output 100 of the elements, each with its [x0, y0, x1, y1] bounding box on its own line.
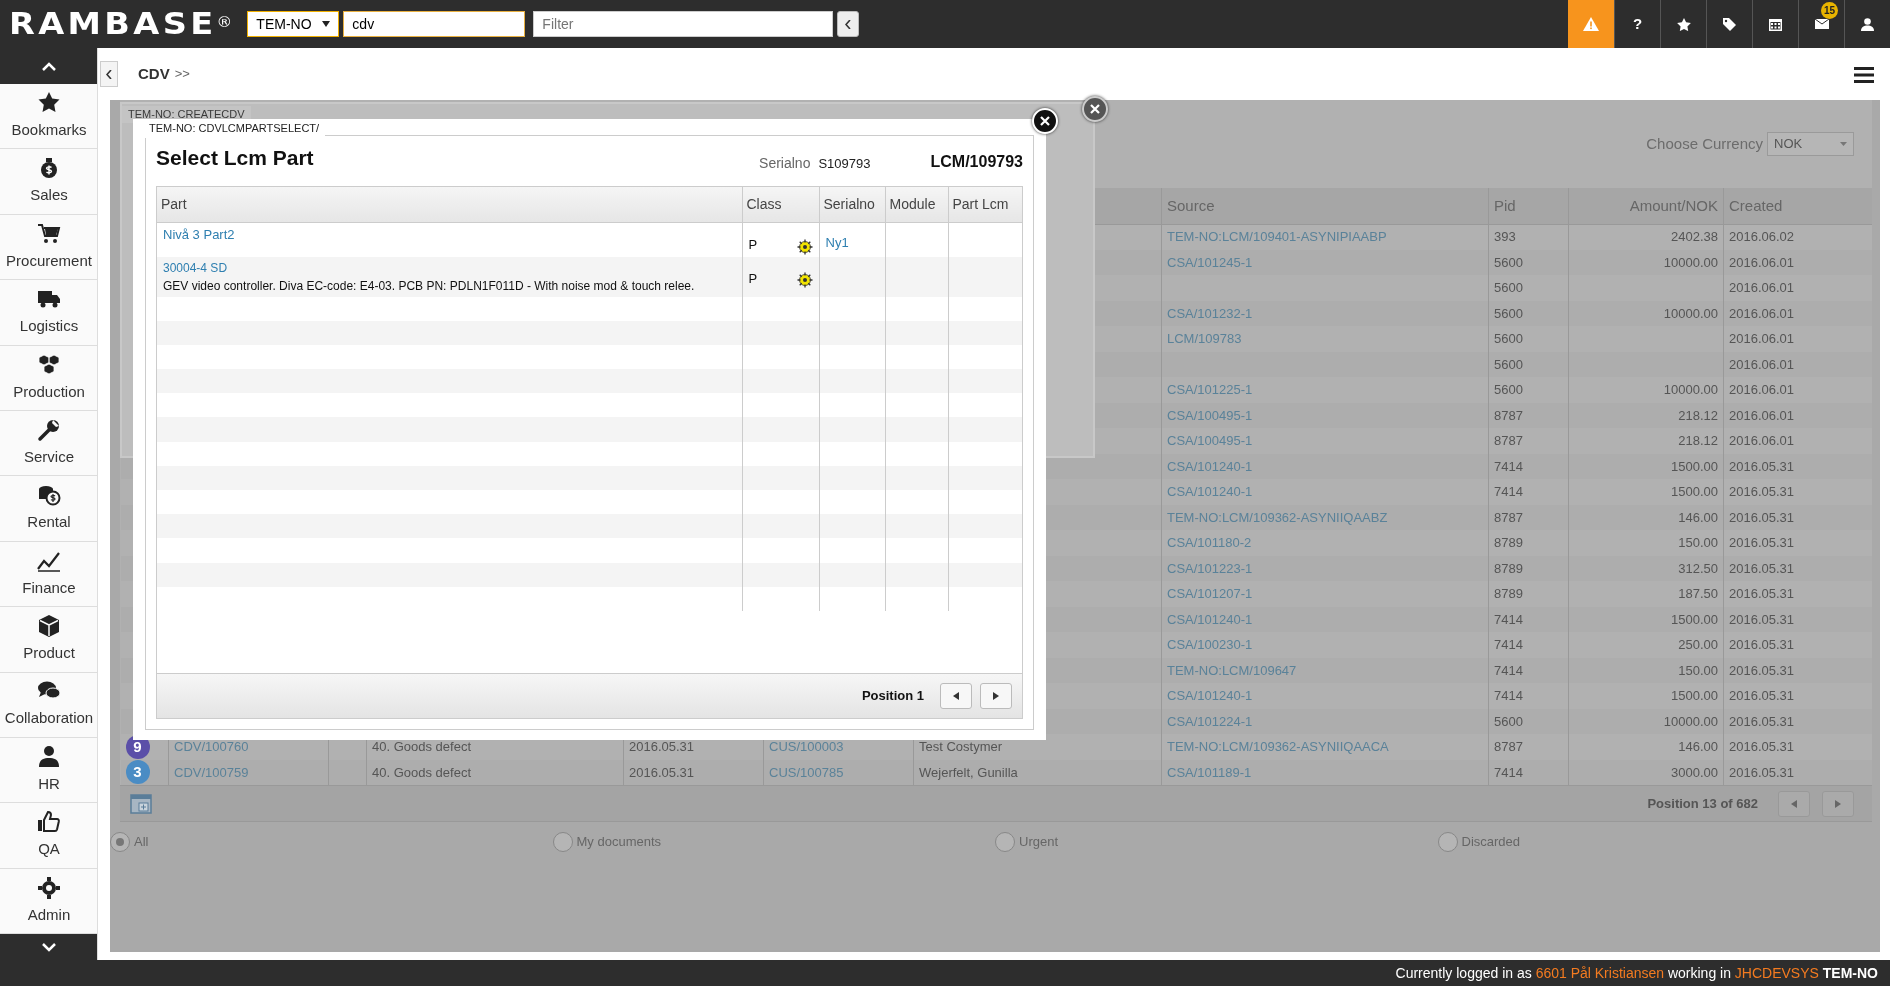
- table-cell: 1500.00: [1671, 484, 1718, 499]
- table-cell: 218.12: [1678, 433, 1718, 448]
- caret-icon: [322, 21, 331, 27]
- back-button[interactable]: [100, 61, 118, 87]
- sidebar-item[interactable]: Procurement: [0, 214, 97, 281]
- filter-radio[interactable]: All: [110, 832, 553, 852]
- collapse-button[interactable]: [837, 11, 860, 37]
- close-button[interactable]: [1082, 96, 1108, 122]
- table-cell: Wejerfelt, Gunilla: [919, 764, 1018, 780]
- sidebar-item[interactable]: HR: [0, 737, 97, 804]
- column-header: Amount/NOK: [1568, 188, 1724, 224]
- sidebar-item[interactable]: Product: [0, 607, 97, 673]
- sidebar-item[interactable]: Bookmarks: [0, 84, 97, 150]
- sidebar-item[interactable]: Finance: [0, 541, 97, 608]
- table-cell: 5600: [1494, 382, 1523, 397]
- serialno-value: S109793: [818, 155, 871, 173]
- document-number: LCM/109793: [930, 151, 1023, 172]
- table-cell: 5600: [1494, 713, 1523, 729]
- sidebar-item[interactable]: Admin: [0, 868, 97, 935]
- source-link[interactable]: CSA/101207-1: [1167, 586, 1253, 601]
- part-link[interactable]: 30004-4 SD: [163, 258, 736, 277]
- cart-icon: [37, 221, 61, 246]
- table-cell: 2016.06.01: [1729, 331, 1795, 346]
- source-link[interactable]: CSA/101240-1: [1167, 611, 1253, 627]
- table-cell: 2016.05.31: [1729, 662, 1795, 678]
- next-button[interactable]: [980, 683, 1012, 709]
- source-link[interactable]: TEM-NO:LCM/109401-ASYNIPIAABP: [1167, 229, 1387, 245]
- source-link[interactable]: TEM-NO:LCM/109362-ASYNIIQAACA: [1167, 739, 1389, 754]
- caret-icon: [1840, 142, 1847, 146]
- source-link[interactable]: CSA/101180-2: [1167, 535, 1252, 550]
- table-cell: 5600: [1494, 254, 1523, 270]
- table-cell: 8787: [1494, 739, 1523, 754]
- source-link[interactable]: LCM/109783: [1167, 331, 1242, 346]
- table-cell: 2016.06.01: [1729, 305, 1795, 321]
- previous-button[interactable]: [940, 683, 972, 709]
- login-status: Currently logged in as 6601 Pål Kristiansen working in JHCDEVSYS TEM-NO: [1395, 963, 1878, 983]
- table-cell: 8789: [1494, 535, 1523, 550]
- table-cell: 2016.05.31: [1729, 586, 1795, 601]
- part-description: GEV video controller. Diva EC-code: E4-03. PCB PN: PDLN1F011D - With noise mod & touch relee.: [163, 277, 696, 295]
- thumbs-up-icon: [37, 810, 61, 835]
- table-cell: 2402.38: [1671, 229, 1718, 245]
- source-link[interactable]: CSA/101245-1: [1167, 254, 1253, 270]
- source-link[interactable]: CSA/101223-1: [1167, 560, 1253, 576]
- messages-button[interactable]: 15: [1798, 0, 1844, 48]
- table-cell: 2016.05.31: [1729, 713, 1795, 729]
- filter-field[interactable]: Filter: [533, 11, 834, 37]
- source-link[interactable]: CSA/101225-1: [1167, 382, 1253, 397]
- logo: RAMBASE$^{®}$: [7, 9, 234, 39]
- table-cell: 1500.00: [1671, 611, 1718, 627]
- table-cell: 2016.05.31: [1729, 764, 1795, 780]
- menu-icon: [1854, 66, 1874, 83]
- document-link[interactable]: CDV/100760: [174, 739, 249, 754]
- source-link[interactable]: CSA/100495-1: [1167, 433, 1253, 448]
- warning-icon: [1583, 17, 1599, 31]
- scroll-down-button[interactable]: [0, 934, 97, 960]
- table-cell: 8787: [1494, 433, 1523, 448]
- table-cell: 7414: [1494, 484, 1523, 499]
- sidebar-item[interactable]: Sales: [0, 149, 97, 215]
- customer-link[interactable]: CUS/100003: [769, 739, 844, 754]
- sidebar-item[interactable]: Logistics: [0, 280, 97, 346]
- source-link[interactable]: CSA/101189-1: [1167, 764, 1252, 780]
- company-dropdown[interactable]: TEM-NO: [247, 11, 340, 37]
- window-plus-icon: [130, 794, 152, 815]
- sidebar-item[interactable]: QA: [0, 803, 97, 869]
- table-cell: 2016.06.01: [1729, 407, 1795, 423]
- table-cell: 150.00: [1678, 662, 1718, 678]
- help-button[interactable]: ?: [1614, 0, 1660, 48]
- part-link[interactable]: Nivå 3 Part2: [163, 225, 736, 245]
- table-cell: 8787: [1494, 509, 1523, 525]
- source-link[interactable]: CSA/101224-1: [1167, 713, 1253, 729]
- table-cell: 40. Goods defect: [372, 764, 471, 780]
- source-link[interactable]: CSA/101240-1: [1167, 688, 1253, 703]
- sidebar-item[interactable]: Production: [0, 345, 97, 411]
- source-link[interactable]: CSA/100495-1: [1167, 407, 1253, 423]
- column-header: Serialno: [819, 186, 885, 223]
- filter-radio[interactable]: Discarded: [1437, 832, 1880, 852]
- filter-radio[interactable]: Urgent: [995, 832, 1438, 852]
- sidebar-item[interactable]: Collaboration: [0, 672, 97, 738]
- serialno-label: Serialno: [759, 153, 811, 173]
- table-cell: 1500.00: [1671, 458, 1718, 474]
- class-value: P: [748, 269, 758, 288]
- currency-dropdown[interactable]: NOK: [1767, 132, 1854, 156]
- source-link[interactable]: CSA/101232-1: [1167, 305, 1253, 321]
- triangle-right-icon: [993, 692, 999, 700]
- serialno-link[interactable]: Ny1: [825, 235, 849, 250]
- table-cell: 7414: [1494, 611, 1523, 627]
- cog-icon: [796, 272, 813, 288]
- sidebar-item[interactable]: Rental: [0, 476, 97, 542]
- table-cell: Test Costymer: [919, 739, 1003, 754]
- tag-icon: [1723, 17, 1736, 31]
- column-header: Part: [157, 186, 742, 223]
- source-link[interactable]: CSA/101240-1: [1167, 484, 1253, 499]
- coins-icon: [37, 483, 61, 508]
- search-field[interactable]: cdv: [343, 11, 526, 37]
- source-link[interactable]: CSA/101240-1: [1167, 458, 1253, 474]
- table-cell: 7414: [1494, 637, 1523, 652]
- add-button[interactable]: [130, 791, 152, 816]
- filter-radio[interactable]: My documents: [552, 832, 995, 852]
- source-link[interactable]: CSA/100230-1: [1167, 637, 1253, 652]
- sidebar-item[interactable]: Service: [0, 410, 97, 477]
